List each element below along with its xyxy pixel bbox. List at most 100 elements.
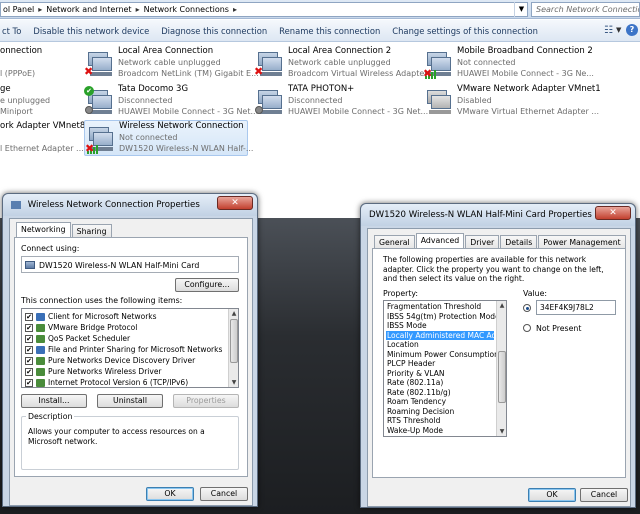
connection-name: ork Adapter VMnet8 [0,121,86,131]
command-bar: ct To Disable this network device Diagno… [0,20,640,42]
connection-adapter: l (PPPoE) [0,69,36,78]
connection-item[interactable]: ✔ Tata Docomo 3G Disconnected HUAWEI Mob… [84,84,258,118]
value-radio[interactable] [523,304,531,312]
item-checkbox[interactable]: ✔ [25,335,33,343]
components-list: ✔ Client for Microsoft Networks ✔ VMware B… [21,308,239,388]
value-input[interactable]: 34EF4K9J78L2 [536,300,616,315]
list-item[interactable]: ✔ QoS Packet Scheduler [25,333,130,344]
item-checkbox[interactable]: ✔ [25,313,33,321]
properties-button[interactable]: Properties [173,394,239,408]
property-item[interactable]: Fragmentation Threshold [386,302,494,312]
connection-name: TATA PHOTON+ [288,84,355,94]
property-item[interactable]: Rate (802.11b/g) [386,388,494,398]
list-item[interactable]: ✔ Pure Networks Device Discovery Driver [25,355,195,366]
configure-button[interactable]: Configure... [175,278,239,292]
property-item-selected[interactable]: Locally Administered MAC Address [386,330,506,340]
list-item[interactable]: ✔ Internet Protocol Version 6 (TCP/IPv6) [25,377,188,387]
scroll-down-icon[interactable]: ▼ [497,427,506,436]
change-settings-button[interactable]: Change settings of this connection [386,26,544,36]
search-input[interactable]: Search Network Connections [531,2,640,17]
item-checkbox[interactable]: ✔ [25,324,33,332]
connection-item[interactable]: ge e unplugged Miniport [0,84,80,118]
install-button[interactable]: Install... [21,394,87,408]
property-list: Fragmentation Threshold IBSS 54g(tm) Pro… [383,300,507,437]
item-checkbox[interactable]: ✔ [25,346,33,354]
property-item[interactable]: IBSS 54g(tm) Protection Mode [386,312,500,322]
connection-item[interactable]: ✖ Local Area Connection 2 Network cable … [254,46,428,80]
property-item[interactable]: Location [386,340,494,350]
connection-item[interactable]: ✖ Local Area Connection Network cable un… [84,46,259,80]
breadcrumb[interactable]: ol Panel ▸ Network and Internet ▸ Networ… [0,2,528,17]
not-present-radio[interactable] [523,324,531,332]
help-icon[interactable]: ? [626,24,638,36]
connection-item[interactable]: ✖ Mobile Broadband Connection 2 Not conn… [423,46,640,80]
property-item[interactable]: PLCP Header [386,359,494,369]
breadcrumb-control-panel[interactable]: ol Panel [3,5,34,14]
connection-name: Wireless Network Connection [119,121,244,131]
property-item[interactable]: Roam Tendency [386,397,494,407]
item-checkbox[interactable]: ✔ [25,368,33,376]
tab-advanced[interactable]: Advanced [415,233,465,249]
chevron-right-icon[interactable]: ▸ [233,5,237,14]
items-label: This connection uses the following items… [21,296,183,305]
chevron-right-icon[interactable]: ▸ [136,5,140,14]
connection-status: Disconnected [288,96,343,105]
chevron-down-icon[interactable]: ▼ [616,26,621,34]
connect-to-button[interactable]: ct To [0,26,27,36]
property-item[interactable]: Roaming Decision [386,407,494,417]
property-item[interactable]: IBSS Mode [386,321,494,331]
list-item[interactable]: ✔ Pure Networks Wireless Driver [25,366,162,377]
property-item[interactable]: Priority & VLAN [386,369,494,379]
connection-item[interactable]: VMware Network Adapter VMnet1 Disabled V… [423,84,640,118]
cancel-button[interactable]: Cancel [580,488,628,502]
tab-networking[interactable]: Networking [16,222,71,238]
property-item[interactable]: Minimum Power Consumption [386,350,499,360]
property-item[interactable]: Rate (802.11a) [386,378,494,388]
address-bar: ol Panel ▸ Network and Internet ▸ Networ… [0,0,640,19]
list-scrollbar[interactable]: ▲ ▼ [228,309,238,387]
scroll-thumb[interactable] [498,351,506,403]
breadcrumb-network-connections[interactable]: Network Connections [144,5,229,14]
connection-item[interactable]: TATA PHOTON+ Disconnected HUAWEI Mobile … [254,84,428,118]
scroll-thumb[interactable] [230,319,238,363]
connection-item[interactable]: onnection l (PPPoE) [0,46,80,80]
connection-item-selected[interactable]: ✖ Wireless Network Connection Not connec… [84,120,253,156]
connection-adapter: HUAWEI Mobile Connect - 3G Ne... [457,69,594,78]
list-item[interactable]: ✔ VMware Bridge Protocol [25,322,137,333]
cancel-button[interactable]: Cancel [200,487,248,501]
connection-status: e unplugged [0,96,51,105]
property-item[interactable]: Wake-Up Mode [386,426,494,436]
item-checkbox[interactable]: ✔ [25,379,33,387]
chevron-down-icon[interactable]: ▼ [514,2,528,17]
item-checkbox[interactable]: ✔ [25,357,33,365]
service-icon [36,346,45,354]
list-scrollbar[interactable]: ▲ ▼ [496,301,506,436]
list-item[interactable]: ✔ Client for Microsoft Networks [25,311,157,322]
disable-device-button[interactable]: Disable this network device [27,26,155,36]
dialog-title: Wireless Network Connection Properties [27,200,200,210]
scroll-up-icon[interactable]: ▲ [497,301,506,310]
connection-name: VMware Network Adapter VMnet1 [457,84,601,94]
diagnose-button[interactable]: Diagnose this connection [155,26,273,36]
chevron-right-icon[interactable]: ▸ [38,5,42,14]
property-item[interactable]: RTS Threshold [386,416,494,426]
description-text: Allows your computer to access resources… [28,427,205,446]
adapter-field: DW1520 Wireless-N WLAN Half-Mini Card [21,256,239,273]
network-adapter-icon [423,86,453,116]
scroll-up-icon[interactable]: ▲ [229,309,238,318]
breadcrumb-network-internet[interactable]: Network and Internet [46,5,131,14]
connect-using-label: Connect using: [21,244,80,253]
ok-button[interactable]: OK [146,487,194,501]
connection-item[interactable]: ork Adapter VMnet8 l Ethernet Adapter ..… [0,121,85,155]
scroll-down-icon[interactable]: ▼ [229,378,238,387]
list-item[interactable]: ✔ File and Printer Sharing for Microsoft … [25,344,222,355]
rename-button[interactable]: Rename this connection [273,26,386,36]
dialog-body: General Advanced Driver Details Power Ma… [367,228,631,507]
uninstall-button[interactable]: Uninstall [97,394,163,408]
network-adapter-icon: ✖ [254,48,284,78]
ok-button[interactable]: OK [528,488,576,502]
view-options-icon[interactable]: ☷ [604,25,613,36]
adapter-name: DW1520 Wireless-N WLAN Half-Mini Card [39,261,200,270]
close-button[interactable]: ✕ [595,206,631,220]
close-button[interactable]: ✕ [217,196,253,210]
